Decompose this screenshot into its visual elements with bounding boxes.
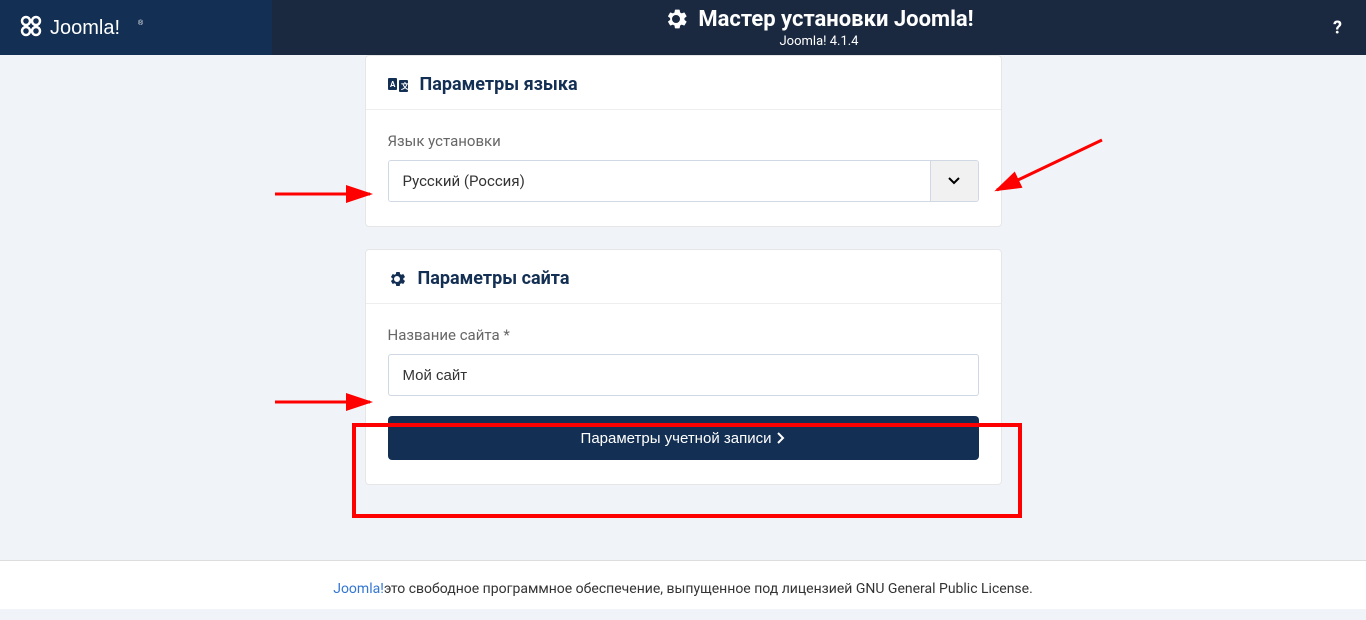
language-icon: A 文 (388, 77, 408, 93)
language-card-title: Параметры языка (420, 74, 578, 95)
svg-text:A: A (390, 80, 396, 89)
site-card-header: Параметры сайта (366, 250, 1001, 304)
gears-icon (664, 7, 688, 31)
logo-text: Joomla! (50, 17, 120, 39)
language-select-value: Русский (Россия) (389, 161, 930, 201)
help-icon[interactable]: ? (1333, 17, 1342, 38)
version-text: Joomla! 4.1.4 (780, 34, 859, 49)
language-card: A 文 Параметры языка Язык установки Русск… (365, 55, 1002, 227)
footer-text: это свободное программное обеспечение, в… (384, 581, 1033, 597)
header-bar: Joomla! ® Мастер установки Joomla! Jooml… (0, 0, 1366, 55)
page-main-title: Мастер установки Joomla! (664, 7, 973, 32)
site-card-body: Название сайта * Параметры учетной запис… (366, 304, 1001, 484)
title-section: Мастер установки Joomla! Joomla! 4.1.4 ? (272, 0, 1366, 55)
site-name-label: Название сайта * (388, 326, 979, 344)
main-title-text: Мастер установки Joomla! (698, 7, 973, 32)
svg-text:文: 文 (401, 81, 408, 91)
language-select[interactable]: Русский (Россия) (388, 160, 979, 202)
chevron-down-icon (930, 161, 978, 201)
language-field-label: Язык установки (388, 132, 979, 150)
gear-icon (388, 270, 406, 288)
next-step-button-label: Параметры учетной записи (581, 430, 772, 447)
language-card-body: Язык установки Русский (Россия) (366, 110, 1001, 226)
site-card: Параметры сайта Название сайта * Парамет… (365, 249, 1002, 485)
footer-link[interactable]: Joomla! (333, 581, 384, 597)
svg-text:®: ® (138, 19, 144, 27)
chevron-right-icon (777, 432, 785, 444)
language-card-header: A 文 Параметры языка (366, 56, 1001, 110)
logo-section: Joomla! ® (0, 0, 272, 55)
site-card-title: Параметры сайта (418, 268, 570, 289)
joomla-logo-icon: Joomla! ® (18, 13, 168, 43)
content-area: A 文 Параметры языка Язык установки Русск… (0, 55, 1366, 560)
next-step-button[interactable]: Параметры учетной записи (388, 416, 979, 460)
footer: Joomla!это свободное программное обеспеч… (0, 560, 1366, 609)
site-name-input[interactable] (388, 354, 979, 396)
